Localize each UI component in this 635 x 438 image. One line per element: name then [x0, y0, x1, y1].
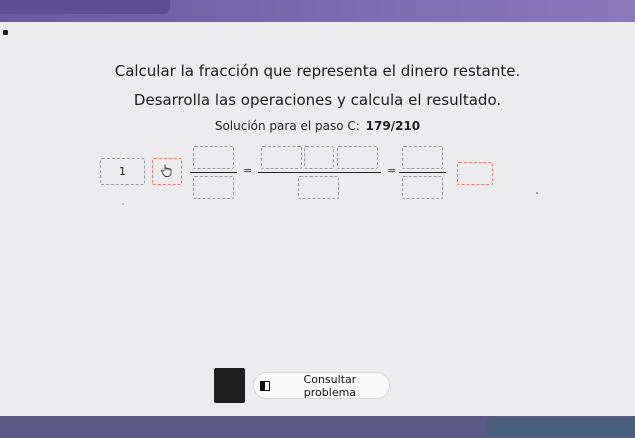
hand-pointer-icon	[161, 162, 173, 181]
consult-problem-label: Consultar problema	[303, 372, 357, 399]
worksheet-area	[0, 22, 635, 420]
equals-sign-1: =	[243, 164, 253, 177]
scratchpad-toggle[interactable]	[214, 368, 245, 403]
equals-sign-2: =	[387, 164, 397, 177]
fraction3-bar	[399, 172, 446, 174]
fraction2-bar	[258, 172, 381, 174]
stray-dot	[536, 192, 538, 194]
fraction2-numerator-a[interactable]	[261, 146, 302, 169]
marker-dot	[3, 30, 8, 35]
consult-problem-button[interactable]: Consultar problema	[253, 372, 390, 399]
fraction2-numerator-b[interactable]	[304, 146, 334, 169]
book-icon	[260, 380, 270, 391]
solution-label: Solución para el paso C:	[214, 119, 360, 133]
fraction2-denominator[interactable]	[298, 176, 339, 199]
result-box[interactable]	[457, 162, 493, 185]
problem-subinstruction: Desarrolla las operaciones y calcula el …	[133, 91, 502, 109]
problem-instruction: Calcular la fracción que representa el d…	[114, 62, 521, 80]
solution-value: 179/210	[365, 119, 421, 133]
fraction1-bar	[190, 172, 237, 174]
input-box-whole[interactable]: 1	[100, 158, 145, 185]
top-tab	[0, 0, 170, 14]
fraction3-denominator[interactable]	[402, 176, 443, 199]
stray-dot	[122, 203, 124, 205]
input-box-operator[interactable]	[152, 158, 182, 185]
fraction1-denominator[interactable]	[193, 176, 234, 199]
solution-line: Solución para el paso C: 179/210	[0, 119, 635, 133]
bottom-tab	[486, 417, 635, 435]
fraction2-numerator-c[interactable]	[337, 146, 378, 169]
fraction3-numerator[interactable]	[402, 146, 443, 169]
input-box-whole-value: 1	[119, 165, 126, 178]
fraction1-numerator[interactable]	[193, 146, 234, 169]
